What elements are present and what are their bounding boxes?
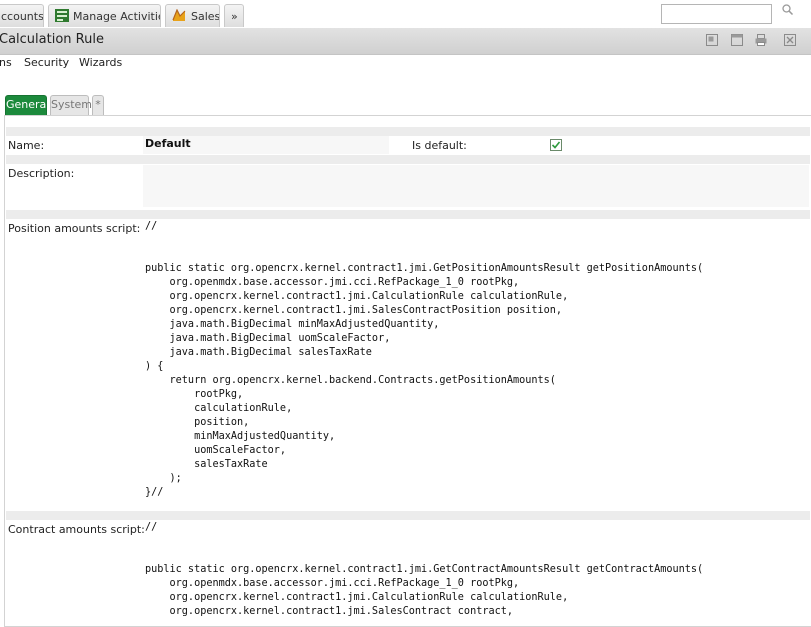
search-icon[interactable] bbox=[781, 3, 795, 17]
tab-manage-activities-label: Manage Activities bbox=[73, 10, 161, 23]
description-field[interactable] bbox=[143, 165, 809, 207]
tab-star[interactable]: * bbox=[92, 95, 104, 115]
close-icon[interactable] bbox=[783, 33, 797, 47]
tab-sales-label: Sales bbox=[191, 10, 220, 23]
maximize-icon[interactable] bbox=[730, 33, 744, 47]
menu-item-wizards[interactable]: Wizards bbox=[79, 56, 122, 69]
separator bbox=[6, 155, 810, 164]
separator bbox=[6, 511, 810, 520]
page-title: Calculation Rule bbox=[0, 32, 104, 47]
tab-more[interactable]: » bbox=[224, 4, 244, 27]
position-script-label: Position amounts script: bbox=[8, 222, 141, 235]
tab-general[interactable]: General bbox=[5, 95, 49, 115]
checkmark-icon bbox=[551, 141, 561, 149]
activities-icon bbox=[55, 9, 69, 22]
restore-icon[interactable] bbox=[705, 33, 719, 47]
name-label: Name: bbox=[8, 139, 45, 152]
top-tab-strip: ccounts Manage Activities Sales » bbox=[0, 0, 811, 28]
menu-item-security[interactable]: Security bbox=[24, 56, 69, 69]
contract-script-label: Contract amounts script: bbox=[8, 523, 145, 536]
description-label: Description: bbox=[8, 167, 75, 180]
position-script-value[interactable]: // public static org.opencrx.kernel.cont… bbox=[145, 220, 703, 500]
is-default-label: Is default: bbox=[412, 139, 467, 152]
tab-system[interactable]: System bbox=[50, 95, 92, 115]
separator bbox=[6, 127, 810, 136]
tab-manage-activities[interactable]: Manage Activities bbox=[48, 4, 161, 27]
menu-bar: ns Security Wizards bbox=[0, 55, 811, 73]
tab-sales[interactable]: Sales bbox=[165, 4, 220, 27]
name-value: Default bbox=[145, 137, 191, 150]
tab-accounts[interactable]: ccounts bbox=[0, 4, 44, 27]
title-bar: Calculation Rule bbox=[0, 28, 811, 55]
is-default-checkbox[interactable] bbox=[550, 139, 562, 151]
print-icon[interactable] bbox=[754, 33, 768, 47]
form-panel: Name: Default Is default: Description: P… bbox=[4, 115, 811, 627]
tab-accounts-label: ccounts bbox=[1, 10, 44, 23]
separator bbox=[6, 210, 810, 219]
menu-item-actions[interactable]: ns bbox=[0, 56, 12, 69]
tab-more-label: » bbox=[231, 10, 238, 23]
search-input[interactable] bbox=[661, 4, 772, 24]
contract-script-value[interactable]: // public static org.opencrx.kernel.cont… bbox=[145, 521, 703, 619]
sales-icon bbox=[172, 9, 186, 21]
